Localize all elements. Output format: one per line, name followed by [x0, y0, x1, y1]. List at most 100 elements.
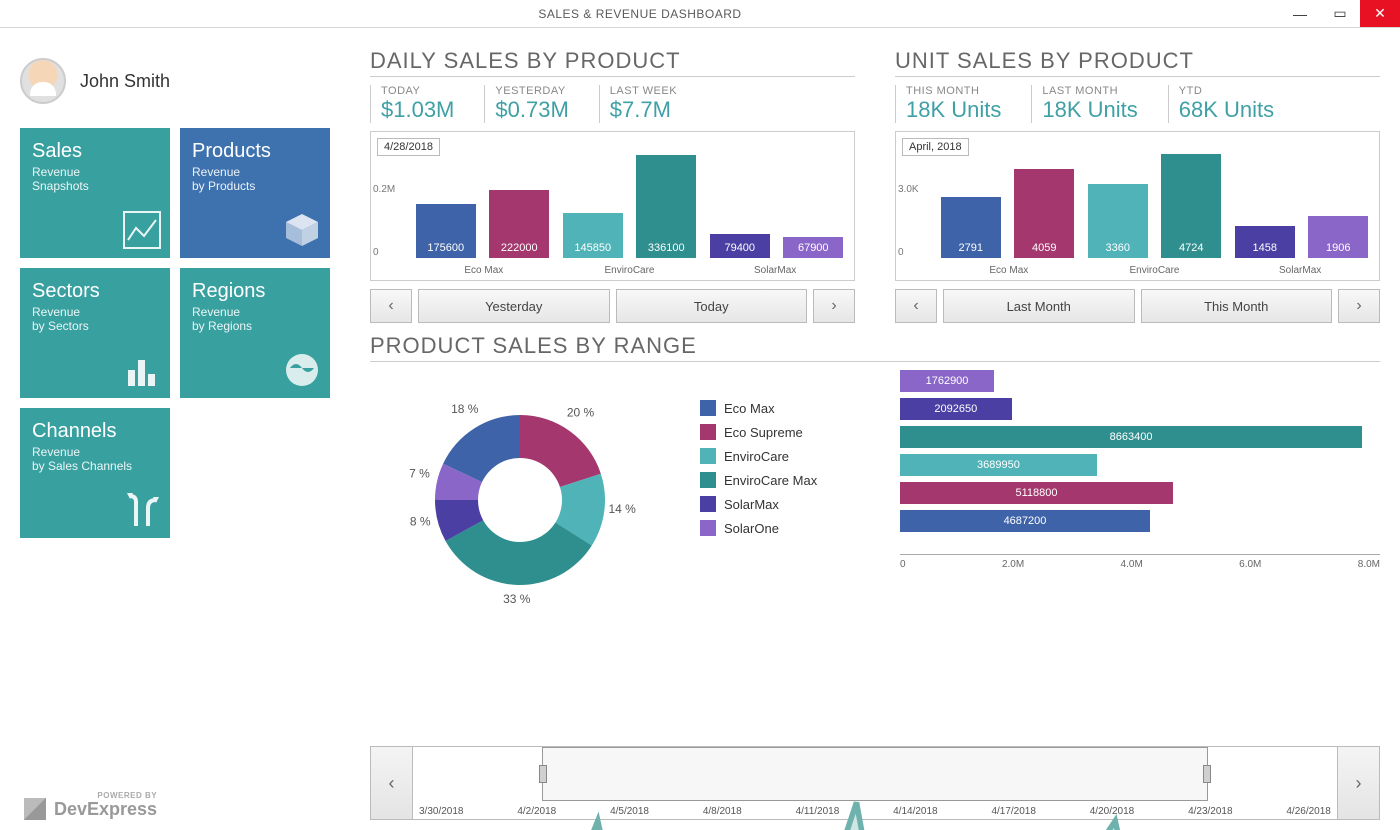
bar[interactable]: 79400	[710, 234, 770, 258]
bar[interactable]: 145850	[563, 213, 623, 258]
bar[interactable]: 222000	[489, 190, 549, 258]
bar[interactable]: 336100	[636, 155, 696, 258]
daily-prev-button[interactable]: ‹	[370, 289, 412, 323]
daily-ytick: 0.2M	[373, 184, 395, 195]
hbar[interactable]: 5118800	[900, 482, 1173, 504]
close-button[interactable]: ✕	[1360, 0, 1400, 27]
daily-today-button[interactable]: Today	[616, 289, 808, 323]
unit-metrics: THIS MONTH18K Units LAST MONTH18K Units YT…	[895, 85, 1380, 123]
timeline-date: 4/26/2018	[1286, 806, 1331, 817]
tile-channels[interactable]: ChannelsRevenueby Sales Channels	[20, 408, 170, 538]
timeline-date: 4/20/2018	[1090, 806, 1135, 817]
tile-products[interactable]: ProductsRevenueby Products	[180, 128, 330, 258]
tile-title: Products	[192, 140, 318, 163]
metric-value: $7.7M	[610, 97, 677, 123]
tile-sales[interactable]: SalesRevenueSnapshots	[20, 128, 170, 258]
metric-value: 68K Units	[1179, 97, 1274, 123]
range-legend: Eco Max Eco Supreme EnviroCare EnviroCare M…	[700, 370, 850, 536]
legend-swatch	[700, 400, 716, 416]
metric-label: YTD	[1179, 85, 1274, 97]
timeline-next-button[interactable]: ›	[1337, 747, 1379, 819]
tile-sectors[interactable]: SectorsRevenueby Sectors	[20, 268, 170, 398]
timeline-date: 4/5/2018	[610, 806, 649, 817]
window-buttons: — ▭ ✕	[1280, 0, 1400, 27]
hbar[interactable]: 2092650	[900, 398, 1012, 420]
tile-sub: RevenueSnapshots	[32, 165, 158, 194]
hbar[interactable]: 8663400	[900, 426, 1362, 448]
timeline-date: 3/30/2018	[419, 806, 464, 817]
bar[interactable]: 4059	[1014, 169, 1074, 258]
legend-label: SolarOne	[724, 521, 779, 536]
legend-item[interactable]: EnviroCare	[700, 448, 850, 464]
brand-name: DevExpress	[54, 799, 157, 819]
tile-title: Sectors	[32, 280, 158, 303]
hbar-xtick: 2.0M	[1002, 559, 1024, 570]
bar[interactable]: 67900	[783, 237, 843, 258]
daily-yesterday-button[interactable]: Yesterday	[418, 289, 610, 323]
hbar[interactable]: 4687200	[900, 510, 1150, 532]
bars-icon	[122, 350, 162, 390]
username: John Smith	[80, 71, 170, 92]
hbar[interactable]: 3689950	[900, 454, 1097, 476]
x-label: SolarMax	[735, 265, 815, 276]
unit-lastmonth-button[interactable]: Last Month	[943, 289, 1135, 323]
legend-item[interactable]: SolarMax	[700, 496, 850, 512]
legend-item[interactable]: Eco Supreme	[700, 424, 850, 440]
timeline-dates: 3/30/20184/2/20184/5/20184/8/20184/11/20…	[413, 806, 1337, 817]
box-icon	[282, 210, 322, 250]
daily-xlabels: Eco MaxEnviroCareSolarMax	[411, 265, 848, 276]
bar[interactable]: 4724	[1161, 154, 1221, 258]
hbar[interactable]: 1762900	[900, 370, 994, 392]
timeline-prev-button[interactable]: ‹	[371, 747, 413, 819]
hbar-xtick: 0	[900, 559, 906, 570]
avatar[interactable]	[20, 58, 66, 104]
metric: LAST MONTH18K Units	[1031, 85, 1137, 123]
metric: YESTERDAY$0.73M	[484, 85, 568, 123]
legend-swatch	[700, 496, 716, 512]
daily-yzero: 0	[373, 247, 379, 258]
legend-item[interactable]: SolarOne	[700, 520, 850, 536]
minimize-button[interactable]: —	[1280, 0, 1320, 27]
bar-value: 336100	[636, 155, 696, 258]
donut-slice[interactable]	[520, 415, 601, 487]
x-label: SolarMax	[1260, 265, 1340, 276]
tile-sub: Revenueby Regions	[192, 305, 318, 334]
bar[interactable]: 3360	[1088, 184, 1148, 258]
fork-icon	[122, 490, 162, 530]
timeline-handle-right[interactable]	[1203, 765, 1211, 783]
bar-value: 67900	[783, 237, 843, 258]
tile-regions[interactable]: RegionsRevenueby Regions	[180, 268, 330, 398]
timeline-date: 4/17/2018	[991, 806, 1036, 817]
tile-title: Sales	[32, 140, 158, 163]
unit-thismonth-button[interactable]: This Month	[1141, 289, 1333, 323]
daily-next-button[interactable]: ›	[813, 289, 855, 323]
donut-label: 8 %	[410, 515, 431, 529]
unit-chart: April, 2018 3.0K 0 279140593360472414581…	[895, 131, 1380, 281]
timeline-range-selection[interactable]	[542, 747, 1207, 801]
donut-label: 18 %	[451, 402, 479, 416]
bar[interactable]: 175600	[416, 204, 476, 258]
legend-item[interactable]: EnviroCare Max	[700, 472, 850, 488]
legend-label: EnviroCare	[724, 449, 789, 464]
metric: THIS MONTH18K Units	[895, 85, 1001, 123]
unit-next-button[interactable]: ›	[1338, 289, 1380, 323]
timeline-date: 4/2/2018	[517, 806, 556, 817]
metric-value: 18K Units	[1042, 97, 1137, 123]
metric-label: LAST MONTH	[1042, 85, 1137, 97]
legend-item[interactable]: Eco Max	[700, 400, 850, 416]
donut-label: 7 %	[409, 467, 430, 481]
app-body: John Smith SalesRevenueSnapshotsProducts…	[0, 28, 1400, 830]
bar-value: 2791	[941, 197, 1001, 258]
bar[interactable]: 1458	[1235, 226, 1295, 258]
unit-bars: 2791405933604724 1458 1906	[936, 142, 1373, 258]
unit-prev-button[interactable]: ‹	[895, 289, 937, 323]
bar-value: 4059	[1014, 169, 1074, 258]
bar-value: 79400	[710, 234, 770, 258]
timeline-body[interactable]: 3/30/20184/2/20184/5/20184/8/20184/11/20…	[413, 747, 1337, 819]
bar[interactable]: 1906	[1308, 216, 1368, 258]
maximize-button[interactable]: ▭	[1320, 0, 1360, 27]
timeline-handle-left[interactable]	[539, 765, 547, 783]
panel-range: PRODUCT SALES BY RANGE 18 %20 %14 %33 %8…	[370, 333, 1380, 736]
daily-chart: 4/28/2018 0.2M 0 17560022200014585033610…	[370, 131, 855, 281]
bar[interactable]: 2791	[941, 197, 1001, 258]
